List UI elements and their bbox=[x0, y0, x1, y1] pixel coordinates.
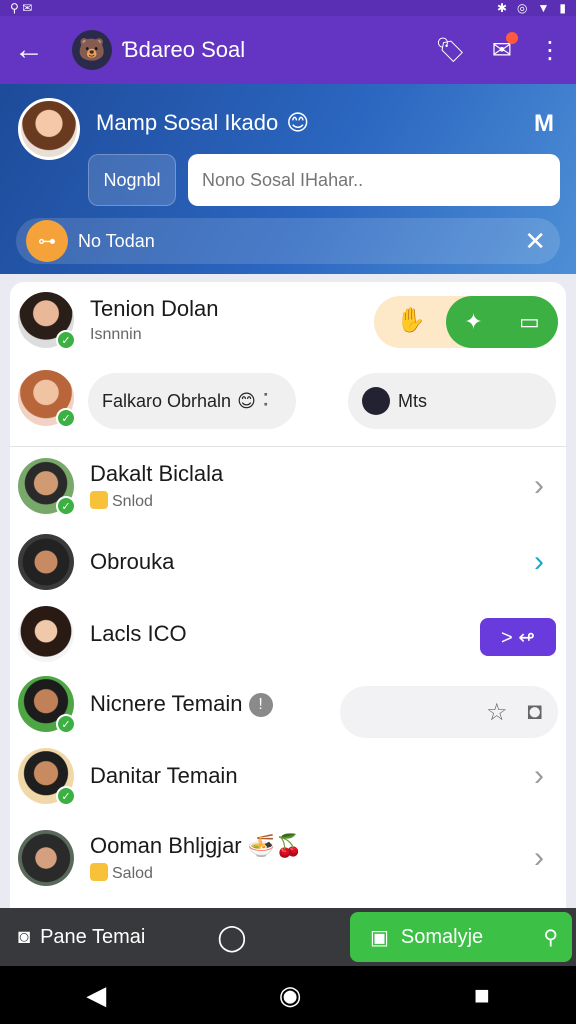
app-logo: 🐻 bbox=[72, 30, 112, 70]
food-emoji: 🍜🍒 bbox=[247, 833, 303, 858]
chip-emoji: 😊 bbox=[237, 390, 256, 411]
sparkle-icon[interactable]: ✦ bbox=[464, 309, 482, 335]
contact-list: ✓ Tenion Dolan Isnnnin ✋ ✦ ▭ ✓ Falkaro O… bbox=[10, 282, 566, 908]
system-nav-bar: ◀ ◉ ■ bbox=[0, 966, 576, 1024]
chevron-right-icon[interactable]: › bbox=[534, 545, 544, 579]
avatar: ✓ bbox=[18, 370, 76, 428]
online-check-icon: ✓ bbox=[56, 786, 76, 806]
primary-label: Somalyje bbox=[400, 925, 484, 948]
status-bar: ⚲ ✉ ✱ ◎ ▼ ▮ bbox=[0, 0, 576, 16]
bottom-bar: ◙ Pane Temai ◯ ▣ Somalyje ⚲ bbox=[0, 908, 576, 966]
avatar bbox=[18, 606, 74, 662]
chevron-right-icon[interactable]: › bbox=[534, 759, 544, 793]
avatar: ✓ bbox=[18, 292, 76, 350]
avatar bbox=[18, 830, 74, 886]
nav-home-icon[interactable]: ◉ bbox=[279, 980, 302, 1011]
inbox-icon[interactable]: ✉ bbox=[492, 31, 519, 65]
row-actions: ☆ ◘ bbox=[340, 686, 558, 738]
search-input[interactable] bbox=[188, 154, 560, 206]
chevron-right-icon[interactable]: › bbox=[534, 469, 544, 503]
list-item[interactable]: Ooman Bhljgjar 🍜🍒 Salod › bbox=[10, 822, 566, 894]
nav-back-icon[interactable]: ◀ bbox=[86, 980, 106, 1011]
contact-name: Dakalt Biclala bbox=[90, 461, 224, 486]
forward-icon: > ↫ bbox=[501, 626, 535, 649]
profile-emoji: 😊 bbox=[286, 110, 310, 135]
bottom-left-label: Pane Temai bbox=[40, 925, 146, 948]
app-bar: ← 🐻 Ɓdareo Soal 🏷 ✉ ⋮ bbox=[0, 16, 576, 84]
pin-icon[interactable]: ✋ bbox=[396, 306, 426, 335]
online-check-icon: ✓ bbox=[56, 408, 76, 428]
link-icon: ⊶ bbox=[26, 220, 68, 262]
status-icons: ✱ ◎ ▼ ▮ bbox=[496, 1, 566, 15]
notification-icons: ⚲ ✉ bbox=[10, 1, 33, 15]
avatar: ✓ bbox=[18, 676, 76, 734]
contact-status: Snlod bbox=[112, 493, 153, 510]
online-check-icon: ✓ bbox=[56, 496, 76, 516]
search-icon: ⚲ bbox=[543, 926, 558, 949]
avatar bbox=[18, 534, 74, 590]
camera-icon[interactable]: ◘ bbox=[528, 698, 543, 726]
chip-reply[interactable]: Falkaro Obrhaln 😊 ⠅ bbox=[88, 373, 296, 429]
divider bbox=[10, 446, 566, 447]
camera-icon: ◙ bbox=[18, 925, 31, 948]
chat-icon[interactable]: ◯ bbox=[217, 922, 246, 953]
bag-icon: ▣ bbox=[370, 926, 389, 949]
profile-name: Mamp Sosal Ikado bbox=[96, 110, 279, 135]
contact-name: Ooman Bhljgjar bbox=[90, 833, 242, 858]
tag-icon[interactable]: 🏷 bbox=[435, 36, 465, 65]
chip-label: Falkaro Obrhaln bbox=[102, 390, 232, 411]
back-arrow-icon[interactable]: ← bbox=[14, 33, 52, 67]
chevron-right-icon[interactable]: › bbox=[534, 841, 544, 875]
list-item[interactable]: Obrouka › bbox=[10, 526, 566, 598]
online-check-icon: ✓ bbox=[56, 330, 76, 350]
online-check-icon: ✓ bbox=[56, 714, 76, 734]
bottom-left-action[interactable]: ◙ Pane Temai bbox=[18, 926, 145, 949]
chip-label: Mts bbox=[398, 390, 427, 411]
star-icon[interactable]: ☆ bbox=[486, 698, 508, 727]
app-title: Ɓdareo Soal bbox=[122, 37, 246, 62]
close-icon[interactable]: ✕ bbox=[524, 226, 546, 257]
avatar: ✓ bbox=[18, 458, 76, 516]
sticker-icon bbox=[90, 863, 108, 881]
profile-avatar[interactable] bbox=[18, 98, 80, 160]
list-item[interactable]: ✓ Dakalt Biclala Snlod › bbox=[10, 450, 566, 522]
sticker-icon bbox=[90, 491, 108, 509]
mail-icon[interactable]: M bbox=[534, 110, 554, 138]
contact-name: Obrouka bbox=[90, 549, 175, 574]
alert-icon: ! bbox=[248, 693, 273, 717]
avatar: ✓ bbox=[18, 748, 76, 806]
chip-dots-icon: ⠅ bbox=[261, 390, 276, 411]
nav-recents-icon[interactable]: ■ bbox=[474, 980, 490, 1011]
profile-header: Mamp Sosal Ikado 😊 M Nognbl ⊶ No Todan ✕ bbox=[0, 84, 576, 274]
quick-actions: ✋ ✦ ▭ bbox=[374, 296, 558, 348]
contact-status: Salod bbox=[112, 865, 153, 882]
header-button[interactable]: Nognbl bbox=[88, 154, 176, 206]
primary-action-button[interactable]: ▣ Somalyje ⚲ bbox=[350, 912, 572, 962]
notice-text: No Todan bbox=[78, 230, 155, 251]
chat-bubble-icon[interactable]: ▭ bbox=[519, 309, 540, 335]
list-item[interactable]: ✓ Danitar Temain › bbox=[10, 740, 566, 812]
action-group: ✦ ▭ bbox=[446, 296, 558, 348]
notice-banner: ⊶ No Todan ✕ bbox=[16, 218, 560, 264]
mini-avatar bbox=[362, 387, 390, 415]
send-button[interactable]: > ↫ bbox=[480, 618, 556, 656]
contact-name: Nicnere Temain bbox=[90, 691, 243, 716]
more-menu-icon[interactable]: ⋮ bbox=[538, 36, 562, 65]
contact-name: Danitar Temain bbox=[90, 763, 238, 788]
chip-mention[interactable]: Mts bbox=[348, 373, 556, 429]
